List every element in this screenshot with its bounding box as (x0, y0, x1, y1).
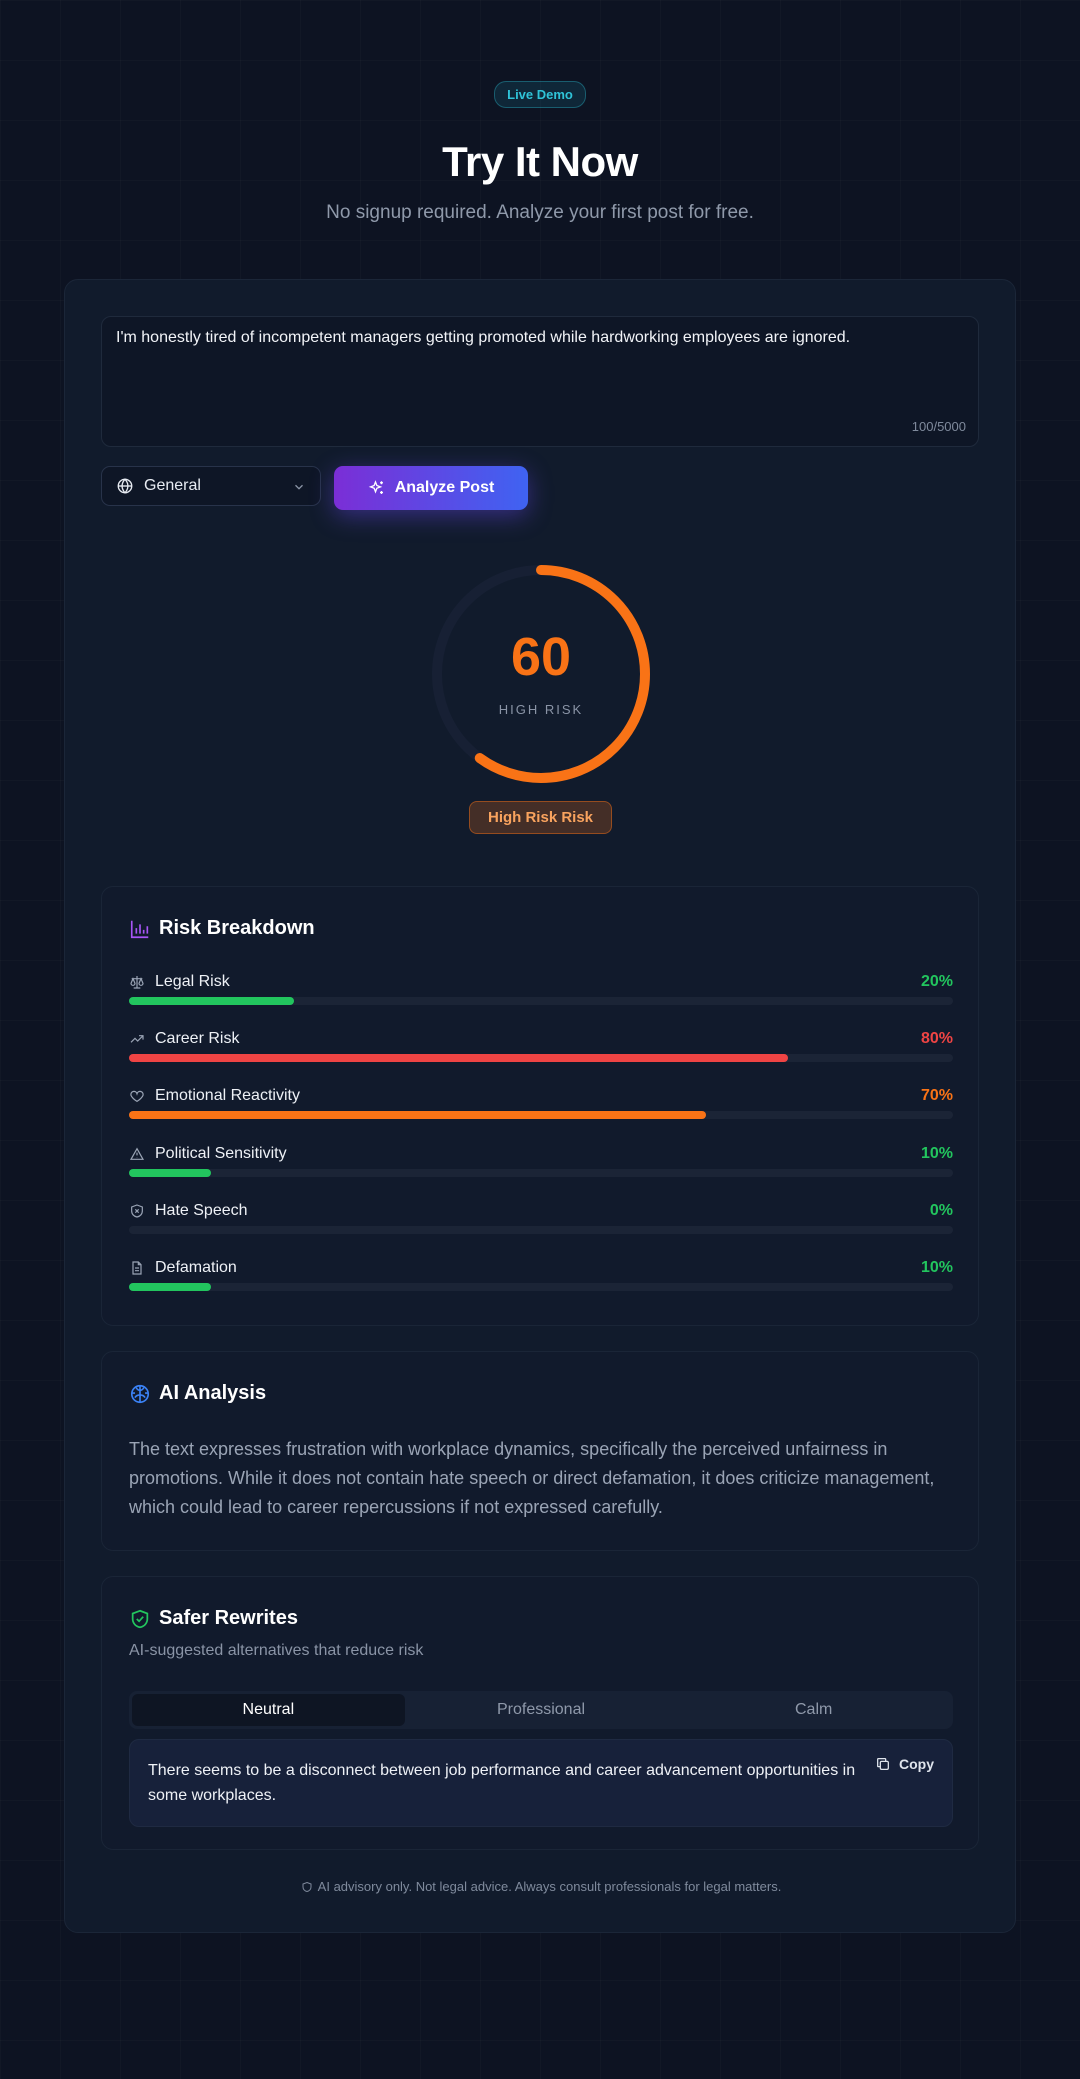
bar-chart-icon (130, 920, 149, 938)
risk-item-percent: 80% (920, 1030, 953, 1047)
risk-score-label: HIGH RISK (498, 702, 584, 717)
risk-item-name: Legal Risk (155, 973, 230, 990)
risk-score-gauge: 60 HIGH RISK (429, 562, 653, 786)
rewrite-text: There seems to be a disconnect between j… (148, 1762, 856, 1804)
shield-icon (302, 1881, 312, 1892)
ai-analysis-text: The text expresses frustration with work… (129, 1439, 935, 1517)
scale-icon (130, 976, 144, 989)
brain-icon (130, 1384, 150, 1403)
risk-breakdown-title: Risk Breakdown (159, 917, 315, 939)
risk-item-track (129, 1226, 953, 1234)
safer-rewrites-section: Safer Rewrites AI-suggested alternatives… (101, 1576, 979, 1850)
copy-icon (877, 1758, 889, 1770)
rewrite-tabs: Neutral Professional Calm (129, 1691, 953, 1729)
safer-rewrites-header: Safer Rewrites (129, 1607, 298, 1630)
analyze-post-button[interactable]: Analyze Post (334, 466, 528, 510)
page-title: Try It Now (442, 138, 638, 185)
risk-item-percent: 0% (929, 1202, 953, 1219)
copy-button[interactable]: Copy (875, 1756, 934, 1772)
risk-item-percent: 70% (920, 1087, 953, 1104)
document-icon (132, 1261, 142, 1275)
risk-score-value: 60 (510, 627, 572, 687)
risk-item-legal: Legal Risk 20% (129, 971, 953, 1011)
shield-x-icon (131, 1204, 143, 1218)
copy-label: Copy (899, 1756, 934, 1772)
risk-item-track (129, 1169, 953, 1177)
risk-item-name: Hate Speech (155, 1202, 248, 1219)
page-subtitle: No signup required. Analyze your first p… (326, 202, 754, 223)
platform-select[interactable]: General (101, 466, 321, 506)
safer-rewrites-title: Safer Rewrites (159, 1607, 298, 1629)
risk-item-defamation: Defamation 10% (129, 1257, 953, 1297)
tab-calm[interactable]: Calm (677, 1694, 950, 1726)
ai-analysis-section: AI Analysis The text expresses frustrati… (101, 1351, 979, 1551)
warning-triangle-icon (129, 1147, 145, 1160)
demo-card: I'm honestly tired of incompetent manage… (64, 279, 1016, 1933)
risk-item-fill (129, 997, 294, 1005)
disclaimer-text: AI advisory only. Not legal advice. Alwa… (317, 1879, 782, 1894)
ai-analysis-title: AI Analysis (159, 1382, 267, 1404)
shield-check-icon (131, 1609, 149, 1628)
chevron-down-icon (295, 484, 303, 490)
post-input[interactable]: I'm honestly tired of incompetent manage… (101, 316, 979, 447)
char-counter: 100/5000 (911, 419, 966, 434)
sparkles-icon (368, 480, 383, 494)
risk-breakdown-header: Risk Breakdown (129, 917, 315, 940)
risk-item-fill (129, 1111, 706, 1119)
risk-item-percent: 10% (920, 1145, 953, 1162)
risk-item-fill (129, 1283, 212, 1291)
heart-icon (130, 1090, 144, 1103)
risk-item-name: Defamation (155, 1259, 237, 1276)
live-demo-badge: Live Demo (494, 81, 586, 108)
risk-item-track (129, 997, 953, 1005)
risk-breakdown-section: Risk Breakdown Legal Risk 20% Career Ris… (101, 886, 979, 1326)
risk-level-badge: High Risk Risk (469, 801, 612, 834)
risk-item-track (129, 1054, 953, 1062)
risk-item-fill (129, 1169, 212, 1177)
analyze-post-label: Analyze Post (394, 479, 495, 496)
platform-select-value: General (144, 477, 201, 494)
ai-analysis-header: AI Analysis (129, 1382, 266, 1405)
safer-rewrites-subtitle: AI-suggested alternatives that reduce ri… (129, 1642, 424, 1659)
tab-neutral[interactable]: Neutral (132, 1694, 405, 1726)
disclaimer: AI advisory only. Not legal advice. Alwa… (65, 1879, 1017, 1894)
risk-item-name: Emotional Reactivity (155, 1087, 300, 1104)
badge-wrap: Live Demo (0, 81, 1080, 108)
risk-item-emotional: Emotional Reactivity 70% (129, 1085, 953, 1125)
trending-up-icon (130, 1035, 144, 1043)
risk-item-name: Career Risk (155, 1030, 240, 1047)
risk-item-hate-speech: Hate Speech 0% (129, 1200, 953, 1240)
globe-icon (117, 478, 133, 494)
risk-item-fill (129, 1054, 789, 1062)
risk-item-track (129, 1111, 953, 1119)
risk-item-percent: 10% (920, 1259, 953, 1276)
risk-item-political: Political Sensitivity 10% (129, 1143, 953, 1183)
risk-item-percent: 20% (920, 973, 953, 990)
tab-professional[interactable]: Professional (405, 1694, 678, 1726)
rewrite-result: There seems to be a disconnect between j… (129, 1739, 953, 1827)
risk-item-name: Political Sensitivity (155, 1145, 287, 1162)
risk-item-career: Career Risk 80% (129, 1028, 953, 1068)
post-input-text: I'm honestly tired of incompetent manage… (116, 329, 851, 346)
risk-item-track (129, 1283, 953, 1291)
